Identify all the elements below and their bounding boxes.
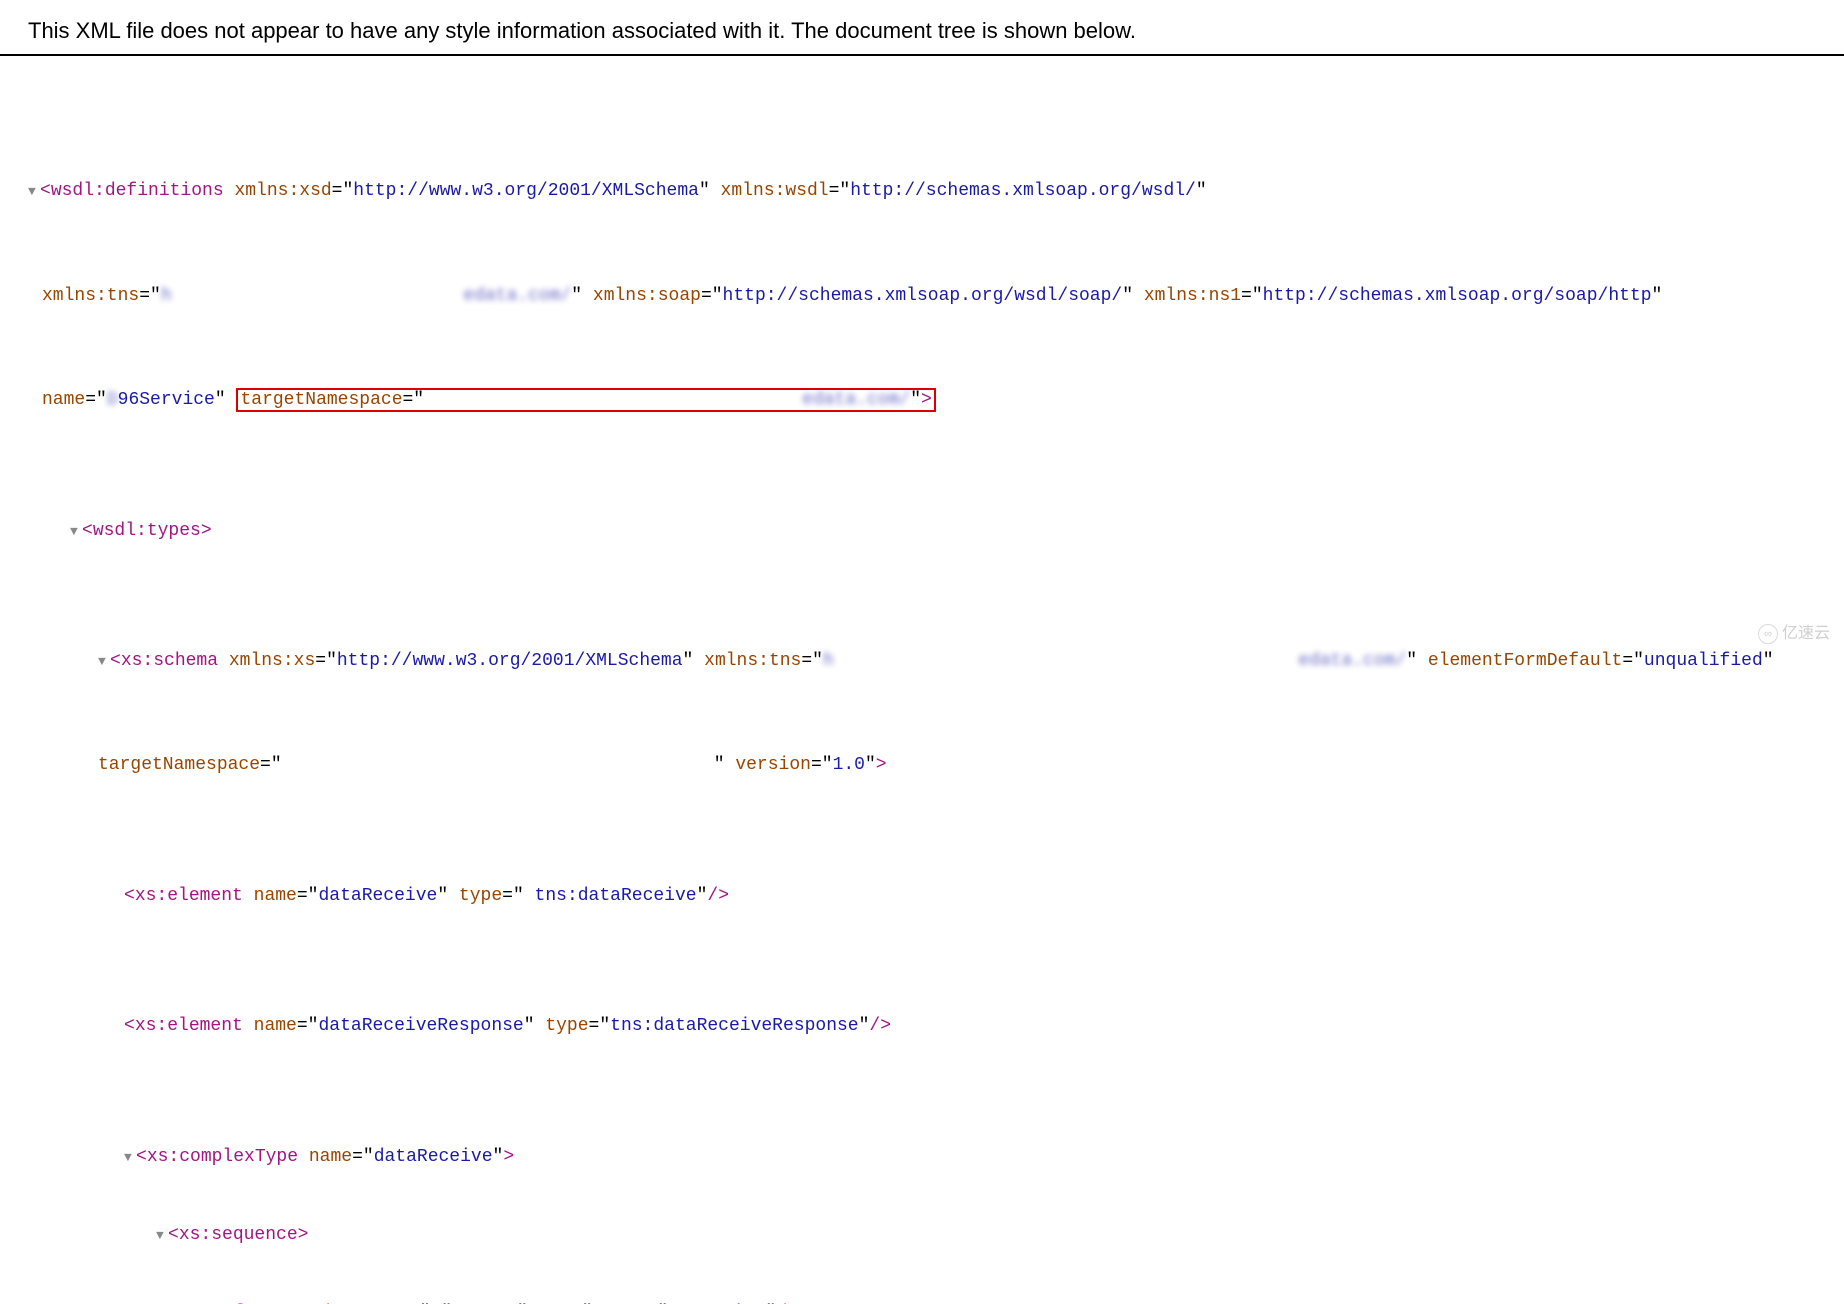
- toggle-icon[interactable]: ▼: [156, 1227, 168, 1246]
- schema-open-line2: targetNamespace=" " version="1.0">: [28, 726, 1844, 778]
- toggle-icon[interactable]: ▼: [28, 183, 40, 202]
- complexType-dataReceive-open[interactable]: ▼<xs:complexType name="dataReceive">: [28, 1118, 1844, 1170]
- element-param: <xs:element minOccurs="0" name="param" t…: [28, 1274, 1844, 1304]
- element-dataReceive: <xs:element name="dataReceive" type=" tn…: [28, 857, 1844, 909]
- watermark-icon: ∞: [1758, 624, 1778, 644]
- definitions-open-line3: name="D96Service" targetNamespace=" edat…: [28, 361, 1844, 413]
- types-open[interactable]: ▼<wsdl:types>: [28, 492, 1844, 544]
- definitions-open-line1[interactable]: ▼<wsdl:definitions xmlns:xsd="http://www…: [28, 152, 1844, 204]
- toggle-icon[interactable]: ▼: [70, 523, 82, 542]
- toggle-icon[interactable]: ▼: [98, 653, 110, 672]
- toggle-icon[interactable]: ▼: [124, 1149, 136, 1168]
- element-dataReceiveResponse: <xs:element name="dataReceiveResponse" t…: [28, 987, 1844, 1039]
- watermark: ∞亿速云: [1758, 619, 1830, 644]
- sequence-open-1[interactable]: ▼<xs:sequence>: [28, 1196, 1844, 1248]
- highlighted-target-namespace: targetNamespace=" edata.com/">: [236, 388, 935, 412]
- definitions-open-line2: xmlns:tns="h edata.com/" xmlns:soap="htt…: [28, 257, 1844, 309]
- schema-open-line1[interactable]: ▼<xs:schema xmlns:xs="http://www.w3.org/…: [28, 622, 1844, 674]
- xml-tree: ▼<wsdl:definitions xmlns:xsd="http://www…: [0, 74, 1844, 1304]
- no-style-message: This XML file does not appear to have an…: [0, 0, 1844, 56]
